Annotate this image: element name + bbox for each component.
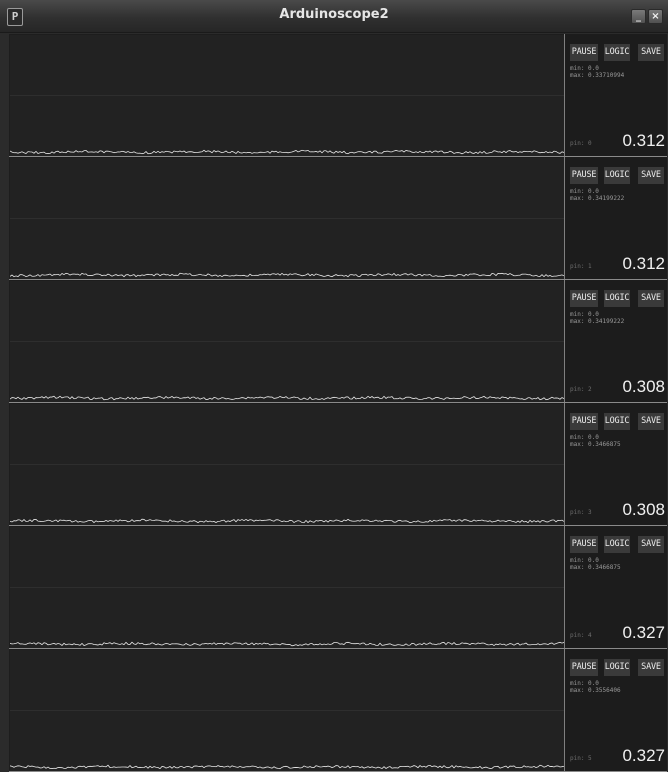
logic-button[interactable]: LOGIC <box>604 44 630 61</box>
channel-row: PAUSE LOGIC SAVE min: 0.0 max: 0.3419922… <box>9 280 667 403</box>
max-value: max: 0.3466875 <box>570 441 621 448</box>
save-button[interactable]: SAVE <box>638 536 664 553</box>
current-reading: 0.327 <box>622 746 665 765</box>
waveform-plot <box>10 650 564 771</box>
min-value: min: 0.0 <box>570 680 599 687</box>
channel-controls: PAUSE LOGIC SAVE min: 0.0 max: 0.3466875… <box>565 526 667 648</box>
pin-label: pin: 1 <box>570 263 592 270</box>
channel-controls: PAUSE LOGIC SAVE min: 0.0 max: 0.3419922… <box>565 157 667 279</box>
save-button[interactable]: SAVE <box>638 167 664 184</box>
signal-trace <box>10 764 564 770</box>
pin-label: pin: 2 <box>570 386 592 393</box>
signal-trace <box>10 641 564 647</box>
save-button[interactable]: SAVE <box>638 290 664 307</box>
logic-button[interactable]: LOGIC <box>604 167 630 184</box>
waveform-plot <box>10 35 564 156</box>
min-value: min: 0.0 <box>570 557 599 564</box>
pin-label: pin: 0 <box>570 140 592 147</box>
scope-area: PAUSE LOGIC SAVE min: 0.0 max: 0.3371099… <box>9 34 667 772</box>
channel-row: PAUSE LOGIC SAVE min: 0.0 max: 0.3556406… <box>9 649 667 772</box>
trace-line <box>10 272 564 278</box>
channel-row: PAUSE LOGIC SAVE min: 0.0 max: 0.3466875… <box>9 526 667 649</box>
pause-button[interactable]: PAUSE <box>570 167 598 184</box>
close-button[interactable]: × <box>648 9 663 24</box>
signal-trace <box>10 272 564 278</box>
waveform-plot <box>10 404 564 525</box>
pause-button[interactable]: PAUSE <box>570 290 598 307</box>
max-value: max: 0.33710994 <box>570 72 625 79</box>
signal-trace <box>10 149 564 155</box>
waveform-plot <box>10 158 564 279</box>
pin-label: pin: 4 <box>570 632 592 639</box>
min-value: min: 0.0 <box>570 188 599 195</box>
channel-controls: PAUSE LOGIC SAVE min: 0.0 max: 0.3466875… <box>565 403 667 525</box>
min-value: min: 0.0 <box>570 311 599 318</box>
current-reading: 0.308 <box>622 377 665 396</box>
save-button[interactable]: SAVE <box>638 413 664 430</box>
max-value: max: 0.34199222 <box>570 318 625 325</box>
signal-trace <box>10 395 564 401</box>
max-value: max: 0.3556406 <box>570 687 621 694</box>
current-reading: 0.327 <box>622 623 665 642</box>
signal-trace <box>10 518 564 524</box>
pin-label: pin: 3 <box>570 509 592 516</box>
max-value: max: 0.3466875 <box>570 564 621 571</box>
min-value: min: 0.0 <box>570 434 599 441</box>
pause-button[interactable]: PAUSE <box>570 413 598 430</box>
trace-line <box>10 641 564 647</box>
min-value: min: 0.0 <box>570 65 599 72</box>
channel-controls: PAUSE LOGIC SAVE min: 0.0 max: 0.3419922… <box>565 280 667 402</box>
trace-line <box>10 395 564 401</box>
save-button[interactable]: SAVE <box>638 659 664 676</box>
channel-row: PAUSE LOGIC SAVE min: 0.0 max: 0.3371099… <box>9 34 667 157</box>
pause-button[interactable]: PAUSE <box>570 44 598 61</box>
trace-line <box>10 764 564 770</box>
current-reading: 0.312 <box>622 131 665 150</box>
title-bar[interactable]: P Arduinoscope2 _ × <box>0 0 668 33</box>
logic-button[interactable]: LOGIC <box>604 536 630 553</box>
app-window: P Arduinoscope2 _ × PAUSE LOGIC SAVE min… <box>0 0 668 772</box>
logic-button[interactable]: LOGIC <box>604 413 630 430</box>
minimize-button[interactable]: _ <box>631 9 646 24</box>
pause-button[interactable]: PAUSE <box>570 536 598 553</box>
logic-button[interactable]: LOGIC <box>604 290 630 307</box>
max-value: max: 0.34199222 <box>570 195 625 202</box>
pause-button[interactable]: PAUSE <box>570 659 598 676</box>
window-title: Arduinoscope2 <box>279 7 389 22</box>
channel-controls: PAUSE LOGIC SAVE min: 0.0 max: 0.3556406… <box>565 649 667 771</box>
current-reading: 0.308 <box>622 500 665 519</box>
trace-line <box>10 149 564 155</box>
logic-button[interactable]: LOGIC <box>604 659 630 676</box>
current-reading: 0.312 <box>622 254 665 273</box>
save-button[interactable]: SAVE <box>638 44 664 61</box>
pin-label: pin: 5 <box>570 755 592 762</box>
channel-row: PAUSE LOGIC SAVE min: 0.0 max: 0.3466875… <box>9 403 667 526</box>
channel-controls: PAUSE LOGIC SAVE min: 0.0 max: 0.3371099… <box>565 34 667 156</box>
channel-row: PAUSE LOGIC SAVE min: 0.0 max: 0.3419922… <box>9 157 667 280</box>
trace-line <box>10 518 564 524</box>
waveform-plot <box>10 527 564 648</box>
waveform-plot <box>10 281 564 402</box>
